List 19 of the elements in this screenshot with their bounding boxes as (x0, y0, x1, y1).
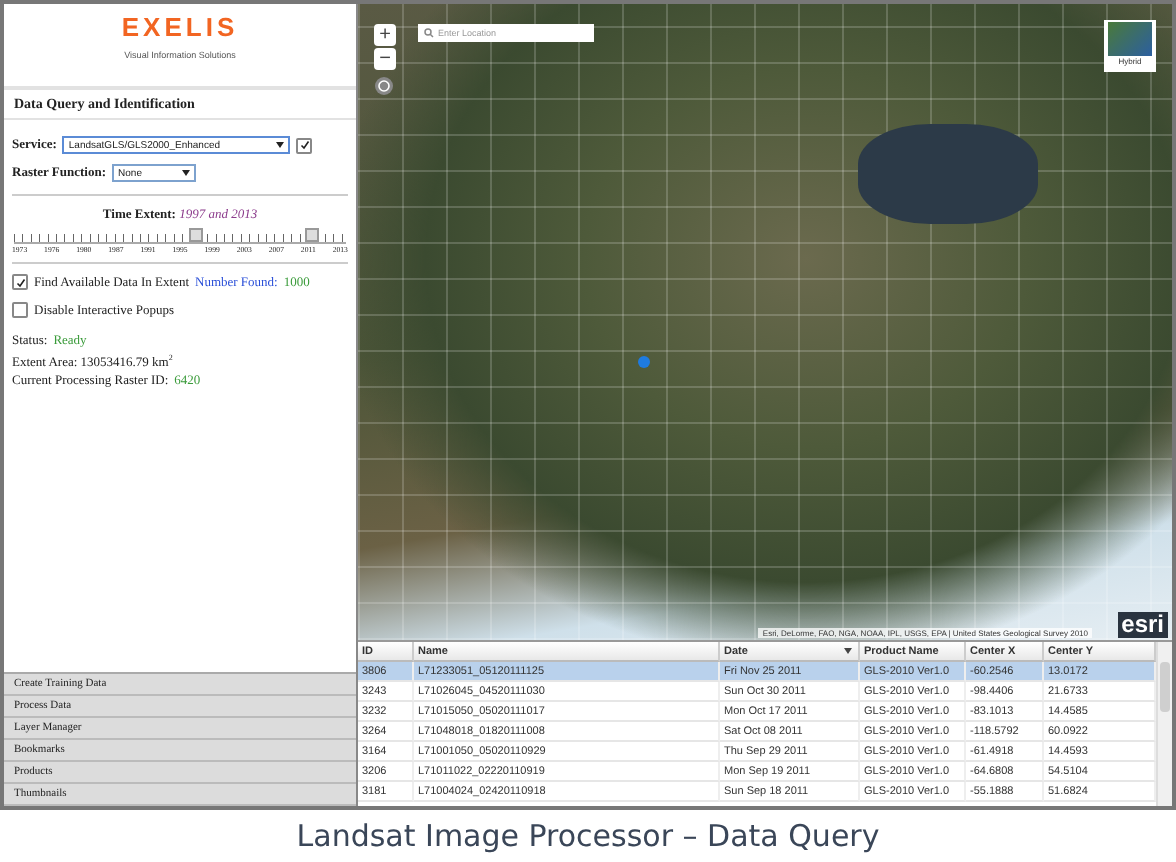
dropdown-caret-icon (182, 170, 191, 176)
location-marker (638, 356, 650, 368)
slider-handle[interactable] (305, 228, 320, 242)
disable-popups-checkbox[interactable] (12, 302, 28, 318)
slider-handle[interactable] (189, 228, 204, 242)
checkmark-icon (299, 140, 310, 150)
zoom-in-button[interactable]: + (374, 24, 396, 46)
dropdown-caret-icon (276, 142, 285, 148)
scrollbar[interactable] (1156, 642, 1172, 806)
esri-logo: esri (1117, 612, 1168, 639)
company-logo: EXELIS (121, 12, 239, 42)
search-icon (424, 28, 434, 38)
image-caption: Landsat Image Processor – Data Query (296, 818, 880, 854)
locate-icon[interactable] (374, 76, 394, 96)
time-slider[interactable] (14, 228, 346, 244)
checkmark-icon (15, 277, 25, 287)
find-data-checkbox[interactable] (12, 274, 28, 290)
service-checkbox[interactable] (296, 137, 313, 153)
zoom-out-button[interactable]: − (374, 48, 396, 70)
